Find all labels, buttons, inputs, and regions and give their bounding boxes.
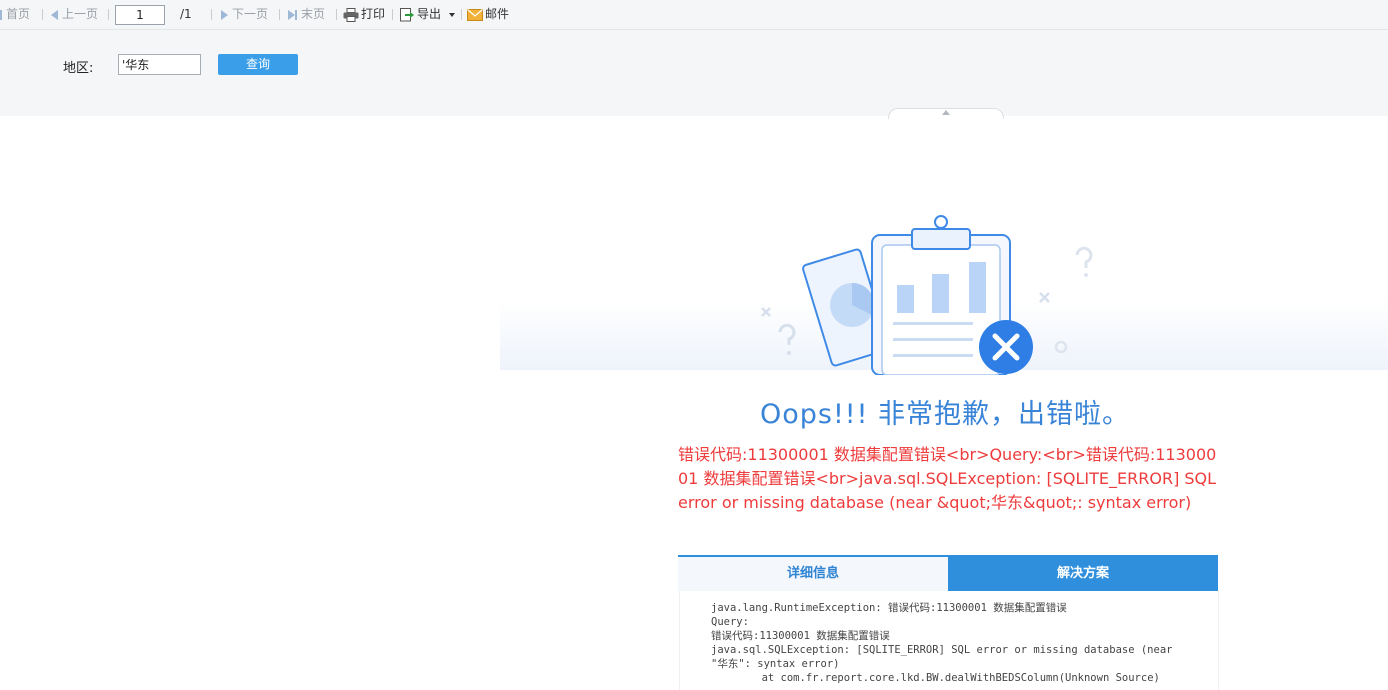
query-button[interactable]: 查询 <box>218 54 298 75</box>
last-page-icon <box>288 7 301 21</box>
toolbar-divider <box>461 9 462 20</box>
export-button[interactable]: 导出 <box>400 0 455 29</box>
first-page-icon <box>0 9 2 20</box>
stack-trace: java.lang.RuntimeException: 错误代码:1130000… <box>711 601 1188 685</box>
last-page-button[interactable]: 末页 <box>288 0 325 29</box>
toolbar-divider <box>392 9 393 20</box>
toolbar-divider <box>42 9 43 20</box>
envelope-icon <box>467 8 483 21</box>
export-icon <box>400 8 414 22</box>
error-tabs: 详细信息 解决方案 <box>678 555 1218 593</box>
region-input[interactable] <box>118 54 201 75</box>
chevron-down-icon <box>448 12 455 17</box>
question-dot <box>787 351 791 355</box>
next-page-button[interactable]: 下一页 <box>221 0 268 29</box>
printer-icon <box>343 7 359 22</box>
question-mark-icon <box>1075 246 1093 268</box>
stack-trace-line: java.lang.RuntimeException: 错误代码:1130000… <box>711 602 1067 614</box>
toolbar-divider <box>279 9 280 20</box>
parameter-panel: 地区: 查询 <box>0 30 1388 116</box>
toolbar-divider <box>211 9 212 20</box>
prev-page-button[interactable]: 上一页 <box>51 0 98 29</box>
collapse-panel-handle[interactable] <box>888 108 1004 119</box>
tab-detail-info[interactable]: 详细信息 <box>678 557 948 591</box>
stack-trace-line: 错误代码:11300001 数据集配置错误 <box>711 630 890 642</box>
detail-panel: java.lang.RuntimeException: 错误代码:1130000… <box>679 591 1219 690</box>
report-toolbar: 首页 上一页 /1 下一页 末页 打印 导出 邮件 <box>0 0 1388 30</box>
error-x-icon <box>979 320 1033 374</box>
error-title: Oops!!! 非常抱歉，出错啦。 <box>759 399 1131 430</box>
question-mark-icon <box>778 323 796 345</box>
email-button[interactable]: 邮件 <box>467 0 509 29</box>
error-illustration <box>761 215 1093 375</box>
next-page-icon <box>221 9 228 20</box>
tab-solution[interactable]: 解决方案 <box>948 557 1218 591</box>
error-message: 错误代码:11300001 数据集配置错误<br>Query:<br>错误代码:… <box>678 445 1217 512</box>
page-total: /1 <box>180 7 192 21</box>
question-dot <box>1084 273 1088 277</box>
toolbar-divider <box>336 9 337 20</box>
first-page-button[interactable]: 首页 <box>0 0 30 29</box>
stack-trace-line: Query: <box>711 616 749 628</box>
prev-page-icon <box>51 9 58 20</box>
chevron-up-icon <box>942 110 950 115</box>
page-number-input[interactable] <box>115 5 165 25</box>
toolbar-divider <box>108 9 109 20</box>
stack-trace-line: at com.fr.report.core.lkd.BW.dealWithBED… <box>711 672 1160 684</box>
stack-trace-line: java.sql.SQLException: [SQLITE_ERROR] SQ… <box>711 644 1179 670</box>
region-label: 地区: <box>63 61 94 76</box>
print-button[interactable]: 打印 <box>343 0 385 29</box>
circle-mark <box>1054 340 1068 354</box>
